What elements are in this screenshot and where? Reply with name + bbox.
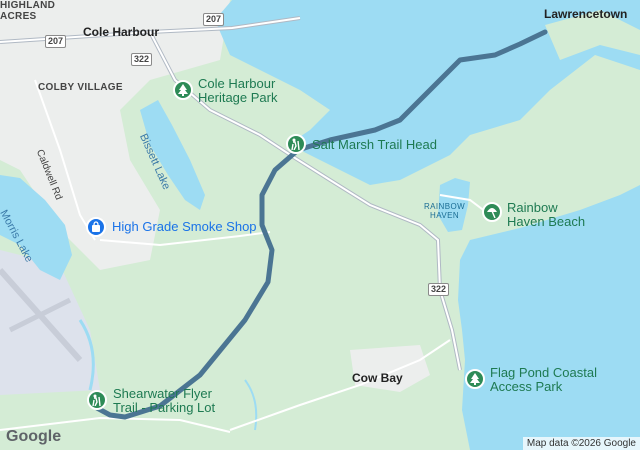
park-marker-flag-pond[interactable]: [465, 369, 485, 389]
google-logo[interactable]: Google: [6, 428, 61, 446]
poi-label-cole-harbour-park[interactable]: Cole Harbour Heritage Park: [198, 76, 277, 106]
hiker-icon: [92, 394, 101, 406]
map-attribution[interactable]: Map data ©2026 Google: [522, 437, 640, 450]
beach-umbrella-icon: [487, 208, 497, 218]
tree-icon: [470, 373, 480, 385]
place-label-cole-harbour: Cole Harbour: [83, 25, 160, 39]
place-label-highland-acres: HIGHLAND ACRES: [0, 0, 56, 22]
route-shield-207-b: 207: [45, 35, 67, 48]
route-shield-207-a: 207: [203, 13, 225, 26]
route-shield-322-a: 322: [131, 53, 153, 66]
poi-label-shearwater[interactable]: Shearwater Flyer Trail - Parking Lot: [113, 386, 215, 416]
google-logo-text: Google: [6, 428, 62, 445]
place-label-cow-bay: Cow Bay: [352, 371, 403, 385]
poi-label-smoke-shop[interactable]: High Grade Smoke Shop: [112, 219, 257, 234]
trail-marker-salt-marsh[interactable]: [286, 134, 306, 154]
map-canvas[interactable]: HIGHLAND ACRES Cole Harbour COLBY VILLAG…: [0, 0, 640, 450]
hiker-icon: [291, 138, 300, 150]
park-marker-cole-harbour[interactable]: [173, 80, 193, 100]
beach-marker-rainbow-haven[interactable]: [482, 202, 502, 222]
place-label-colby-village: COLBY VILLAGE: [38, 82, 123, 93]
trail-marker-shearwater[interactable]: [87, 390, 107, 410]
water-label-rainbow-haven: RAINBOW HAVEN: [424, 202, 466, 220]
route-shield-322-b: 322: [428, 283, 450, 296]
shop-marker-smoke-shop[interactable]: [86, 217, 106, 237]
place-label-lawrencetown: Lawrencetown: [544, 7, 628, 21]
poi-label-flag-pond[interactable]: Flag Pond Coastal Access Park: [490, 365, 597, 395]
poi-label-salt-marsh[interactable]: Salt Marsh Trail Head: [312, 137, 437, 152]
shopping-bag-icon: [92, 221, 100, 232]
poi-label-rainbow-beach[interactable]: Rainbow Haven Beach: [507, 200, 585, 230]
tree-icon: [178, 84, 188, 96]
